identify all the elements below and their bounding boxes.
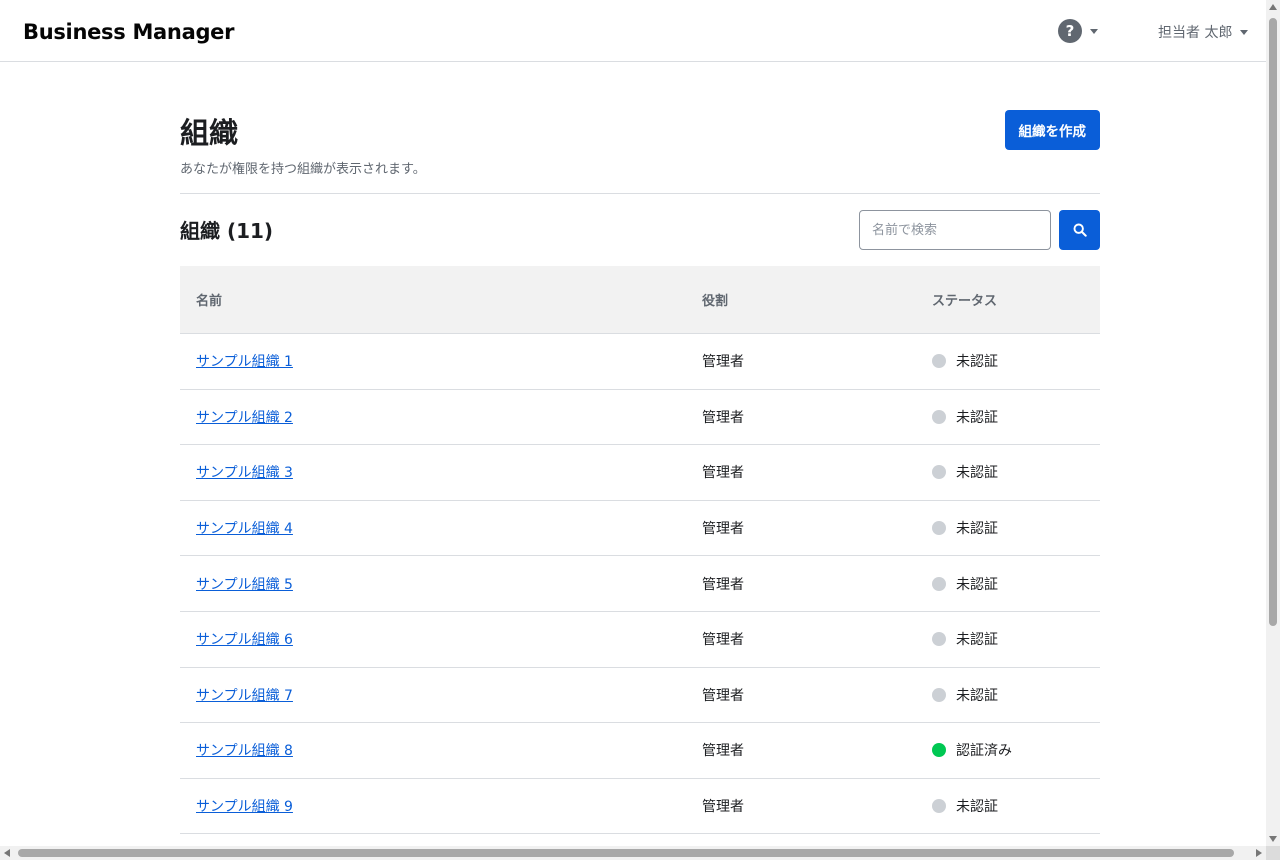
scroll-up-icon[interactable]	[1269, 4, 1277, 10]
cell-role: 管理者	[702, 632, 744, 649]
status-dot-icon	[932, 799, 946, 814]
cell-name: サンプル組織 8	[180, 740, 702, 760]
cell-name: サンプル組織 2	[180, 407, 702, 427]
status-label: 未認証	[956, 576, 998, 593]
cell-role: 管理者	[702, 354, 744, 371]
search-icon	[1073, 223, 1087, 237]
top-bar: Business Manager ? 担当者 太郎	[0, 0, 1266, 62]
cell-status: 未認証	[932, 629, 1100, 649]
divider	[180, 193, 1100, 194]
scroll-right-icon[interactable]	[1256, 849, 1262, 857]
help-menu[interactable]: ?	[1058, 19, 1098, 43]
scrollbar-thumb[interactable]	[1269, 18, 1277, 626]
cell-status: 未認証	[932, 407, 1100, 427]
horizontal-scrollbar[interactable]	[0, 846, 1266, 860]
scroll-left-icon[interactable]	[4, 849, 10, 857]
status-dot-icon	[932, 465, 946, 480]
page-description: あなたが権限を持つ組織が表示されます。	[180, 162, 426, 177]
organization-link[interactable]: サンプル組織 1	[196, 354, 293, 370]
chevron-down-icon	[1240, 29, 1249, 35]
organizations-table: 名前 役割 ステータス サンプル組織 1 管理者 未認証 サンプル組織 2 管理者 未認証…	[180, 266, 1100, 835]
status-dot-icon	[932, 743, 946, 758]
search-input[interactable]	[859, 210, 1051, 250]
vertical-scrollbar[interactable]	[1266, 0, 1280, 846]
status-label: 未認証	[956, 409, 998, 426]
table-row: サンプル組織 7 管理者 未認証	[180, 668, 1100, 724]
scrollbar-thumb[interactable]	[18, 849, 1234, 857]
cell-role: 管理者	[702, 799, 744, 816]
table-row: サンプル組織 1 管理者 未認証	[180, 334, 1100, 390]
table-row: サンプル組織 4 管理者 未認証	[180, 501, 1100, 557]
status-label: 未認証	[956, 687, 998, 704]
table-row: サンプル組織 8 管理者 認証済み	[180, 723, 1100, 779]
cell-name: サンプル組織 9	[180, 796, 702, 816]
status-dot-icon	[932, 354, 946, 369]
organization-link[interactable]: サンプル組織 2	[196, 410, 293, 426]
organization-link[interactable]: サンプル組織 5	[196, 577, 293, 593]
status-label: 未認証	[956, 465, 998, 482]
section-title: 組織 (11)	[180, 219, 274, 243]
cell-role: 管理者	[702, 465, 744, 482]
organization-link[interactable]: サンプル組織 8	[196, 743, 293, 759]
table-row: サンプル組織 2 管理者 未認証	[180, 390, 1100, 446]
status-label: 未認証	[956, 799, 998, 816]
chevron-down-icon	[1090, 28, 1098, 34]
cell-role: 管理者	[702, 409, 744, 426]
status-dot-icon	[932, 632, 946, 647]
organization-link[interactable]: サンプル組織 6	[196, 632, 293, 648]
table-row: サンプル組織 6 管理者 未認証	[180, 612, 1100, 668]
create-organization-button[interactable]: 組織を作成	[1004, 110, 1100, 150]
column-header-status[interactable]: ステータス	[932, 290, 1100, 309]
status-label: 未認証	[956, 521, 998, 538]
page-title: 組織	[180, 116, 239, 150]
organization-link[interactable]: サンプル組織 4	[196, 521, 293, 537]
cell-status: 未認証	[932, 518, 1100, 538]
cell-name: サンプル組織 1	[180, 351, 702, 371]
status-dot-icon	[932, 409, 946, 424]
cell-role: 管理者	[702, 687, 744, 704]
table-header: 名前 役割 ステータス	[180, 266, 1100, 334]
status-dot-icon	[932, 521, 946, 536]
cell-status: 未認証	[932, 462, 1100, 482]
cell-status: 未認証	[932, 351, 1100, 371]
status-dot-icon	[932, 576, 946, 591]
app-logo[interactable]: Business Manager	[23, 20, 234, 44]
cell-name: サンプル組織 7	[180, 685, 702, 705]
status-dot-icon	[932, 687, 946, 702]
table-row: サンプル組織 3 管理者 未認証	[180, 445, 1100, 501]
help-icon: ?	[1058, 19, 1082, 43]
cell-status: 認証済み	[932, 740, 1100, 760]
cell-status: 未認証	[932, 574, 1100, 594]
cell-name: サンプル組織 6	[180, 629, 702, 649]
status-label: 未認証	[956, 354, 998, 371]
cell-status: 未認証	[932, 685, 1100, 705]
cell-name: サンプル組織 4	[180, 518, 702, 538]
status-label: 未認証	[956, 632, 998, 649]
column-header-name[interactable]: 名前	[180, 290, 702, 309]
cell-name: サンプル組織 5	[180, 574, 702, 594]
table-body: サンプル組織 1 管理者 未認証 サンプル組織 2 管理者 未認証 サンプル組織 3 管理者未…	[180, 334, 1100, 835]
organization-link[interactable]: サンプル組織 9	[196, 799, 293, 815]
organization-link[interactable]: サンプル組織 7	[196, 688, 293, 704]
user-name: 担当者 太郎	[1158, 25, 1233, 41]
cell-role: 管理者	[702, 576, 744, 593]
search-button[interactable]	[1059, 210, 1100, 250]
scrollbar-corner	[1266, 846, 1280, 860]
cell-status: 未認証	[932, 796, 1100, 816]
cell-role: 管理者	[702, 743, 744, 760]
column-header-role[interactable]: 役割	[702, 290, 932, 309]
table-row: サンプル組織 9 管理者 未認証	[180, 779, 1100, 835]
cell-name: サンプル組織 3	[180, 462, 702, 482]
organization-link[interactable]: サンプル組織 3	[196, 465, 293, 481]
status-label: 認証済み	[956, 743, 1012, 760]
cell-role: 管理者	[702, 521, 744, 538]
table-row: サンプル組織 5 管理者 未認証	[180, 556, 1100, 612]
user-menu[interactable]: 担当者 太郎	[1158, 22, 1249, 42]
scroll-down-icon[interactable]	[1269, 836, 1277, 842]
